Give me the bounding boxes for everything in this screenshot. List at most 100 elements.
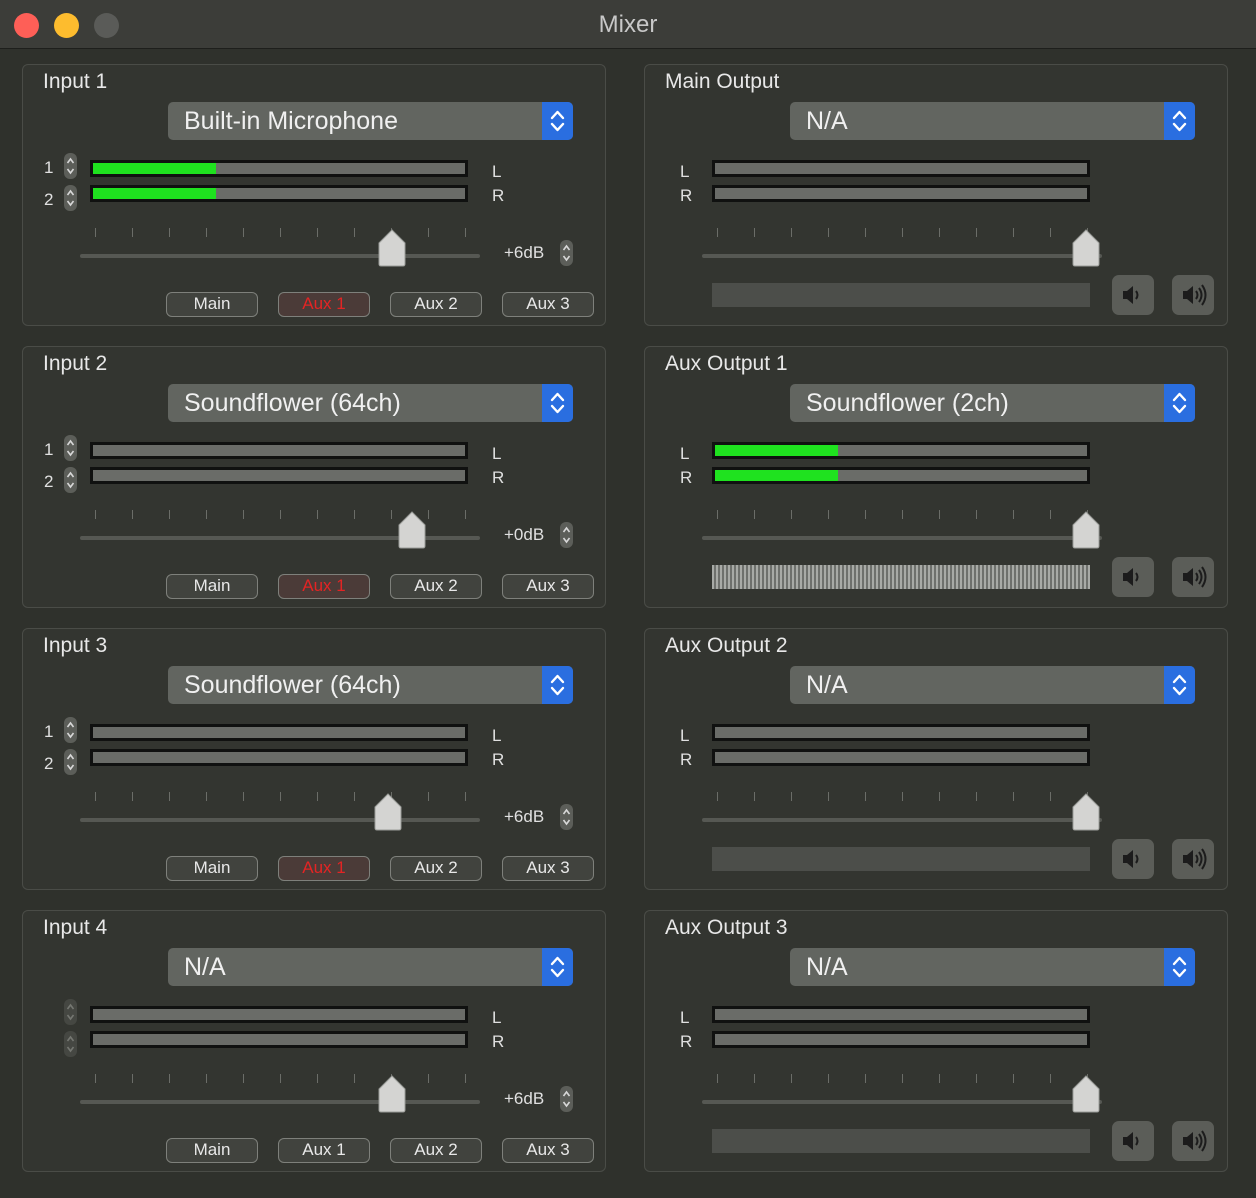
volume-slider[interactable] xyxy=(702,254,1102,258)
input-panel: Input 2 Soundflower (64ch) 1 2 L R +0dB Main Aux… xyxy=(22,346,606,608)
popup-chevron-icon xyxy=(542,948,573,986)
volume-down-button[interactable] xyxy=(1112,557,1154,597)
volume-slider-knob[interactable] xyxy=(1071,793,1101,831)
meter-fill xyxy=(715,445,838,456)
title-bar: Mixer xyxy=(0,0,1256,49)
output-device-popup[interactable]: N/A xyxy=(790,948,1195,986)
route-aux-2-button[interactable]: Aux 2 xyxy=(390,856,482,881)
volume-slider-knob[interactable] xyxy=(377,229,407,267)
channel-stepper[interactable] xyxy=(64,717,77,743)
gain-stepper[interactable] xyxy=(560,240,573,266)
volume-slider-knob[interactable] xyxy=(373,793,403,831)
popup-chevron-icon xyxy=(1164,666,1195,704)
level-meter-right xyxy=(90,1031,468,1048)
route-aux-1-button[interactable]: Aux 1 xyxy=(278,856,370,881)
gain-stepper[interactable] xyxy=(560,522,573,548)
right-channel-label: R xyxy=(680,750,693,769)
channel-stepper[interactable] xyxy=(64,435,77,461)
volume-down-button[interactable] xyxy=(1112,839,1154,879)
volume-slider[interactable] xyxy=(702,536,1102,540)
level-meter-left xyxy=(712,160,1090,177)
volume-slider-knob[interactable] xyxy=(377,1075,407,1113)
channel-number: 2 xyxy=(44,190,54,209)
input-device-popup[interactable]: Soundflower (64ch) xyxy=(168,384,573,422)
route-aux-3-button[interactable]: Aux 3 xyxy=(502,574,594,599)
route-main-button[interactable]: Main xyxy=(166,1138,258,1163)
channel-number: 1 xyxy=(44,722,54,741)
output-device-popup[interactable]: N/A xyxy=(790,102,1195,140)
left-channel-label: L xyxy=(680,1008,690,1027)
left-channel-label: L xyxy=(680,444,690,463)
volume-slider[interactable] xyxy=(702,1100,1102,1104)
output-device-popup[interactable]: Soundflower (2ch) xyxy=(790,384,1195,422)
volume-slider[interactable] xyxy=(702,818,1102,822)
popup-chevron-icon xyxy=(1164,384,1195,422)
route-aux-1-button[interactable]: Aux 1 xyxy=(278,1138,370,1163)
right-channel-label: R xyxy=(492,468,505,487)
volume-slider-knob[interactable] xyxy=(1071,511,1101,549)
fader-ticks xyxy=(95,792,467,802)
popup-chevron-icon xyxy=(1164,948,1195,986)
level-meter-left xyxy=(712,442,1090,459)
panel-title: Input 4 xyxy=(43,916,108,939)
channel-stepper[interactable] xyxy=(64,153,77,179)
volume-slider-knob[interactable] xyxy=(1071,1075,1101,1113)
gain-stepper[interactable] xyxy=(560,804,573,830)
output-panel: Main Output N/A L R xyxy=(644,64,1228,326)
input-device-popup[interactable]: Built-in Microphone xyxy=(168,102,573,140)
volume-up-button[interactable] xyxy=(1172,275,1214,315)
panel-title: Input 3 xyxy=(43,634,108,657)
panel-title: Main Output xyxy=(665,70,780,93)
volume-slider-knob[interactable] xyxy=(397,511,427,549)
device-name: Soundflower (2ch) xyxy=(806,389,1009,417)
level-meter-left xyxy=(90,724,468,741)
route-aux-2-button[interactable]: Aux 2 xyxy=(390,292,482,317)
volume-down-button[interactable] xyxy=(1112,1121,1154,1161)
fader-ticks xyxy=(717,228,1089,238)
volume-slider[interactable] xyxy=(80,254,480,258)
gain-value: +6dB xyxy=(504,807,545,826)
route-aux-2-button[interactable]: Aux 2 xyxy=(390,574,482,599)
volume-up-button[interactable] xyxy=(1172,839,1214,879)
level-meter-right xyxy=(712,185,1090,202)
volume-up-button[interactable] xyxy=(1172,557,1214,597)
level-meter-left xyxy=(712,724,1090,741)
output-panel: Aux Output 3 N/A L R xyxy=(644,910,1228,1172)
output-device-popup[interactable]: N/A xyxy=(790,666,1195,704)
route-main-button[interactable]: Main xyxy=(166,856,258,881)
route-aux-3-button[interactable]: Aux 3 xyxy=(502,856,594,881)
gain-stepper[interactable] xyxy=(560,1086,573,1112)
output-level-bar xyxy=(712,283,1090,307)
channel-stepper[interactable] xyxy=(64,185,77,211)
channel-stepper[interactable] xyxy=(64,749,77,775)
channel-number: 2 xyxy=(44,754,54,773)
panel-title: Input 2 xyxy=(43,352,108,375)
volume-slider[interactable] xyxy=(80,1100,480,1104)
level-meter-left xyxy=(90,1006,468,1023)
popup-chevron-icon xyxy=(542,666,573,704)
channel-stepper[interactable] xyxy=(64,467,77,493)
volume-down-button[interactable] xyxy=(1112,275,1154,315)
input-device-popup[interactable]: Soundflower (64ch) xyxy=(168,666,573,704)
right-channel-label: R xyxy=(492,750,505,769)
popup-chevron-icon xyxy=(1164,102,1195,140)
popup-chevron-icon xyxy=(542,384,573,422)
channel-stepper[interactable] xyxy=(64,1031,77,1057)
route-aux-3-button[interactable]: Aux 3 xyxy=(502,1138,594,1163)
level-meter-right xyxy=(712,467,1090,484)
route-aux-1-button[interactable]: Aux 1 xyxy=(278,574,370,599)
volume-slider[interactable] xyxy=(80,818,480,822)
volume-slider-knob[interactable] xyxy=(1071,229,1101,267)
channel-stepper[interactable] xyxy=(64,999,77,1025)
device-name: Soundflower (64ch) xyxy=(184,671,401,699)
route-aux-1-button[interactable]: Aux 1 xyxy=(278,292,370,317)
route-aux-2-button[interactable]: Aux 2 xyxy=(390,1138,482,1163)
input-device-popup[interactable]: N/A xyxy=(168,948,573,986)
left-channel-label: L xyxy=(492,444,502,463)
route-aux-3-button[interactable]: Aux 3 xyxy=(502,292,594,317)
volume-up-button[interactable] xyxy=(1172,1121,1214,1161)
route-main-button[interactable]: Main xyxy=(166,574,258,599)
level-meter-left xyxy=(90,160,468,177)
route-main-button[interactable]: Main xyxy=(166,292,258,317)
device-name: Soundflower (64ch) xyxy=(184,389,401,417)
